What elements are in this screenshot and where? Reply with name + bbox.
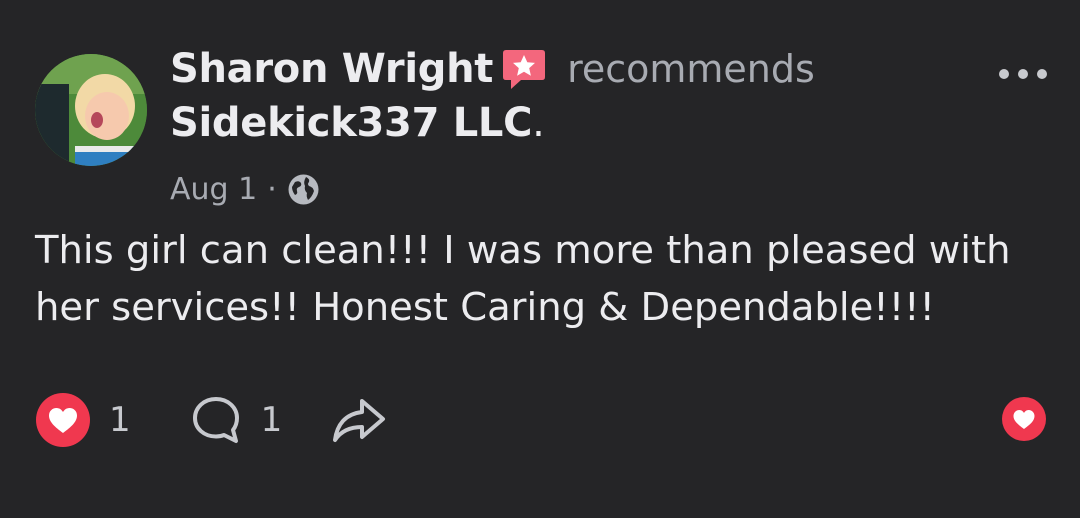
recommends-verb: recommends (567, 47, 815, 91)
post-actions: 1 1 (35, 390, 388, 450)
comment-button[interactable]: 1 (189, 393, 283, 447)
business-line: Sidekick337 LLC. (170, 96, 990, 150)
avatar-photo (35, 54, 147, 166)
share-icon (333, 399, 386, 442)
comment-count: 1 (260, 400, 283, 440)
globe-icon (287, 173, 320, 206)
like-button[interactable]: 1 (35, 392, 131, 448)
share-button[interactable] (330, 393, 388, 447)
like-count: 1 (109, 400, 131, 440)
header-line: Sharon Wright recommends (170, 42, 990, 96)
more-options-button[interactable] (996, 60, 1050, 88)
post-body: This girl can clean!!! I was more than p… (35, 228, 1011, 330)
recommendation-post: Sharon Wright recommends Sidekick337 LLC… (0, 0, 1080, 518)
recommend-star-icon (499, 44, 549, 94)
post-meta: Aug 1 · (170, 172, 990, 207)
meta-separator: · (267, 172, 277, 207)
post-date[interactable]: Aug 1 (170, 172, 257, 207)
react-button[interactable] (1001, 396, 1047, 442)
author-name[interactable]: Sharon Wright (170, 46, 493, 92)
heart-react-icon (1002, 397, 1046, 441)
heart-icon (36, 393, 90, 447)
post-header: Sharon Wright recommends Sidekick337 LLC… (170, 42, 990, 207)
more-options-icon (999, 69, 1047, 79)
author-avatar[interactable] (35, 54, 147, 166)
business-name[interactable]: Sidekick337 LLC (170, 100, 532, 146)
business-period: . (532, 100, 545, 146)
comment-icon (192, 397, 239, 443)
